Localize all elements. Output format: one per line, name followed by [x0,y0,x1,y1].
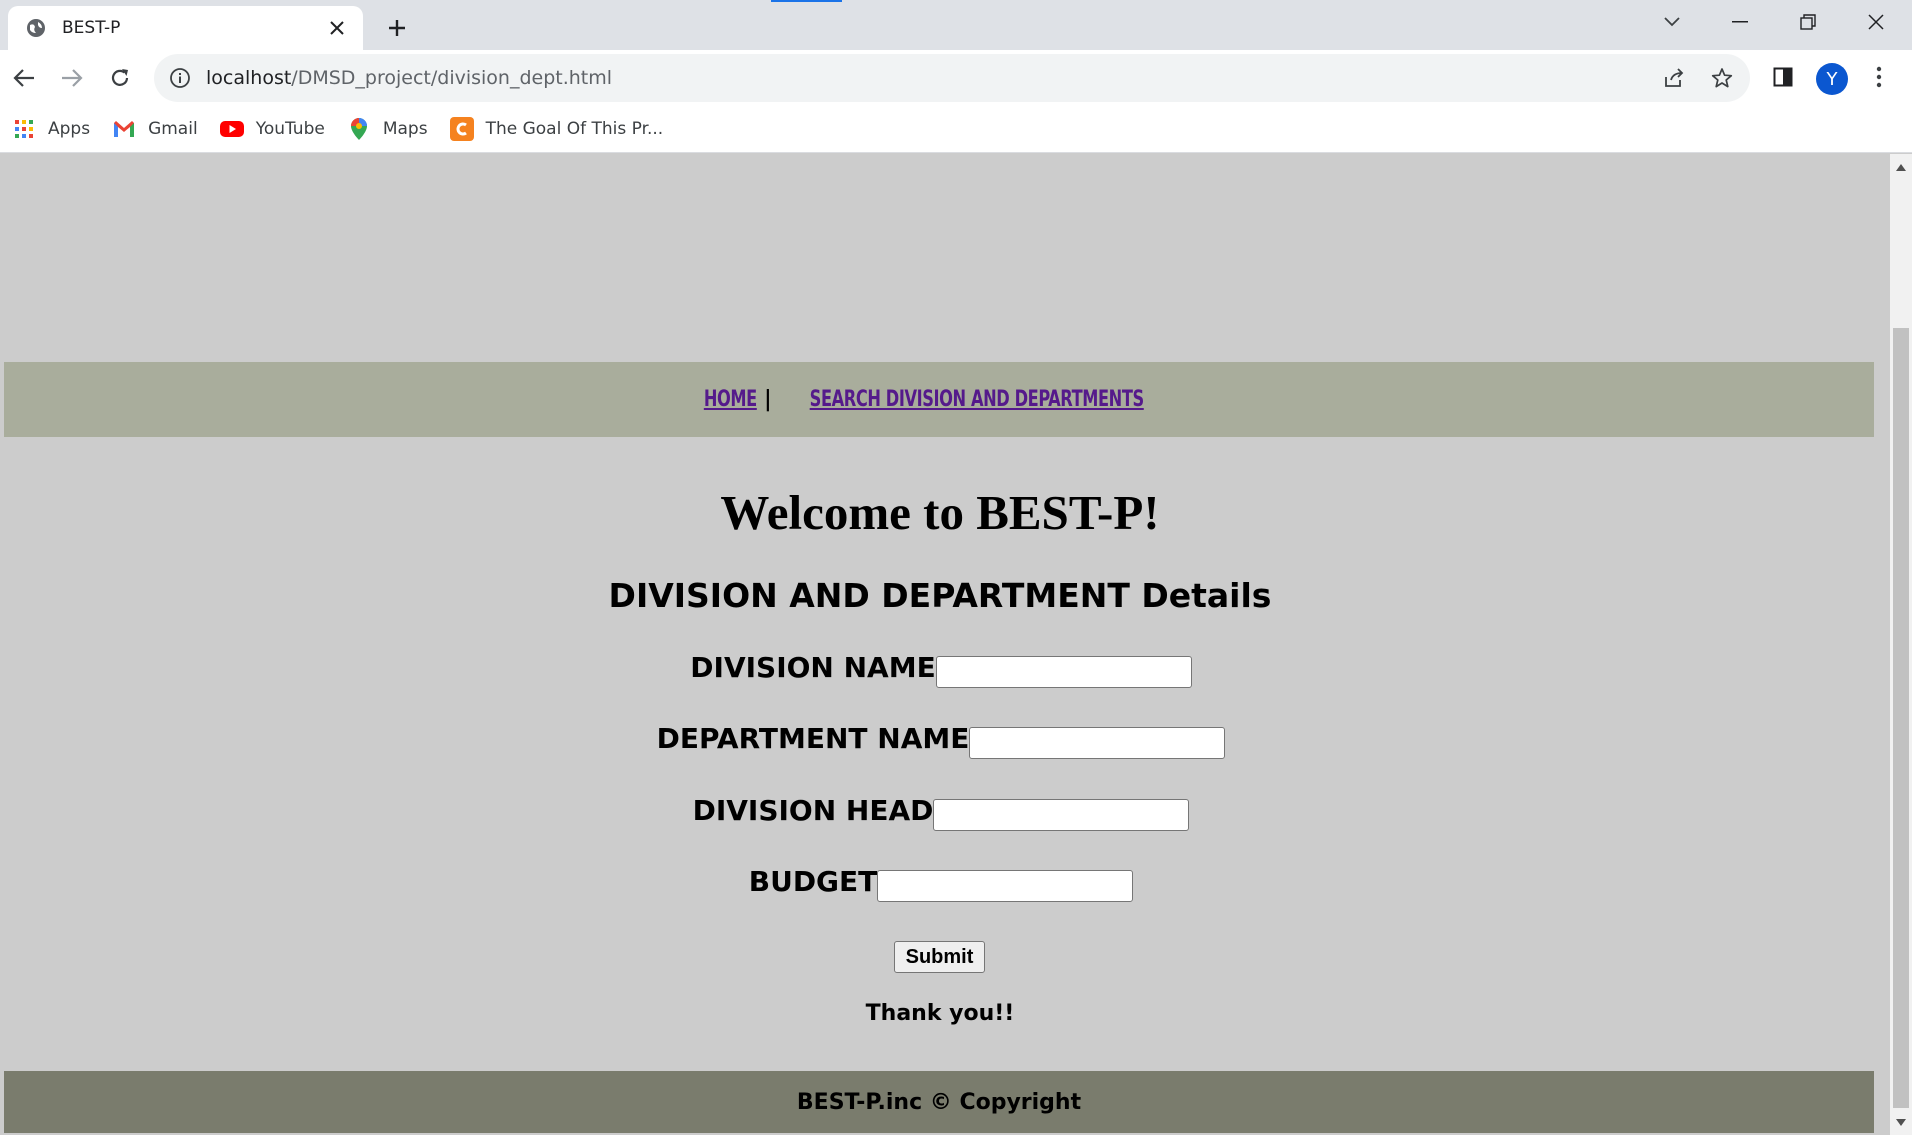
tab-strip: BEST-P [0,0,1912,50]
page-footer: BEST-P.inc © Copyright [4,1071,1874,1133]
bookmark-gmail[interactable]: Gmail [112,117,198,141]
scroll-down-arrow-icon[interactable] [1890,1113,1912,1131]
bookmark-star-icon[interactable] [1710,66,1734,90]
side-panel-icon[interactable] [1768,62,1798,92]
maps-pin-icon [347,117,371,141]
division-name-row: DIVISION NAME [0,651,1880,688]
division-name-input[interactable] [935,656,1192,688]
vertical-scrollbar[interactable] [1890,154,1912,1135]
tab-search-chevron-icon[interactable] [1642,0,1702,44]
browser-tab[interactable]: BEST-P [8,6,363,50]
gmail-icon [112,117,136,141]
thank-you-text: Thank you!! [865,1001,1015,1026]
bookmark-label: The Goal Of This Pr... [485,119,664,139]
apps-grid-icon [12,117,36,141]
tab-title: BEST-P [62,18,121,38]
bookmark-goal[interactable]: The Goal Of This Pr... [449,117,664,141]
youtube-icon [219,117,244,141]
bookmark-maps[interactable]: Maps [347,117,428,141]
department-name-input[interactable] [969,727,1226,759]
top-nav: HOME | SEARCH DIVISION AND DEPARTMENTS [4,362,1874,437]
close-window-icon[interactable] [1846,0,1906,44]
budget-label: BUDGET [748,865,878,898]
back-arrow-icon[interactable] [6,60,42,96]
share-icon[interactable] [1662,66,1686,90]
bookmark-label: YouTube [255,119,325,139]
scrollbar-thumb[interactable] [1893,328,1909,1108]
globe-icon [24,16,48,40]
bookmark-label: Apps [48,119,91,139]
restore-icon[interactable] [1778,0,1838,44]
budget-row: BUDGET [0,865,1880,902]
bookmark-label: Maps [382,119,428,139]
browser-toolbar: localhost/DMSD_project/division_dept.htm… [0,50,1912,106]
budget-input[interactable] [877,870,1134,902]
bookmark-apps[interactable]: Apps [12,117,90,141]
c-logo-icon [449,117,474,141]
division-head-row: DIVISION HEAD [0,794,1880,831]
details-heading: DIVISION AND DEPARTMENT Details [608,576,1272,615]
new-tab-icon[interactable] [380,11,414,45]
welcome-heading: Welcome to BEST-P! [720,485,1160,540]
url-path: /DMSD_project/division_dept.html [291,67,613,89]
close-tab-icon[interactable] [325,16,349,40]
forward-arrow-icon[interactable] [54,60,90,96]
menu-kebab-icon[interactable] [1864,62,1894,92]
page-viewport: HOME | SEARCH DIVISION AND DEPARTMENTS W… [0,154,1890,1135]
department-name-label: DEPARTMENT NAME [656,722,970,755]
profile-avatar[interactable]: Y [1816,63,1848,95]
url-host: localhost [206,67,292,89]
tab-loading-accent [771,0,842,2]
scroll-up-arrow-icon[interactable] [1890,158,1912,176]
submit-button[interactable]: Submit [894,941,985,973]
site-info-icon[interactable] [168,66,192,90]
bookmark-youtube[interactable]: YouTube [219,117,325,141]
nav-separator: | [764,387,771,412]
home-link[interactable]: HOME [703,387,756,412]
reload-icon[interactable] [102,60,138,96]
search-divisions-link[interactable]: SEARCH DIVISION AND DEPARTMENTS [810,387,1145,412]
division-name-label: DIVISION NAME [690,651,936,684]
minimize-icon[interactable] [1710,0,1770,44]
footer-copyright: BEST-P.inc © Copyright [796,1089,1082,1115]
url-text: localhost/DMSD_project/division_dept.htm… [206,67,612,89]
division-head-label: DIVISION HEAD [692,794,934,827]
bookmarks-bar: Apps Gmail YouTube Maps The Goal Of This… [0,106,1912,153]
division-head-input[interactable] [933,799,1190,831]
department-name-row: DEPARTMENT NAME [0,722,1880,759]
bookmark-label: Gmail [148,119,198,139]
address-bar[interactable]: localhost/DMSD_project/division_dept.htm… [154,54,1750,102]
